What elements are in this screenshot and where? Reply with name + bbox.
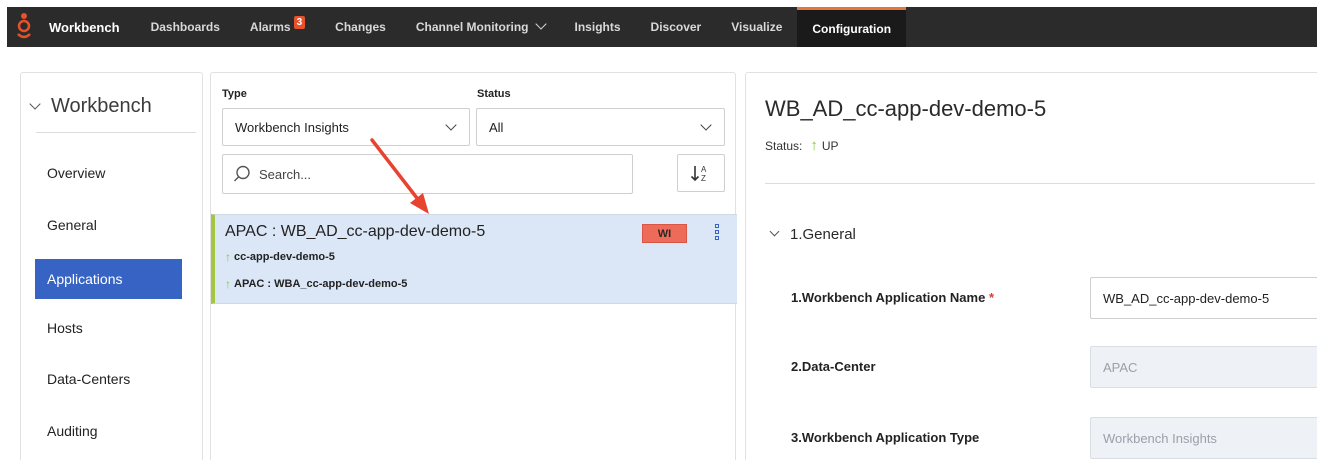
alarm-count-badge: 3 bbox=[293, 15, 306, 29]
chevron-down-icon bbox=[445, 119, 457, 131]
arrow-up-icon: ↑ bbox=[225, 277, 231, 291]
top-navigation-bar: Workbench Dashboards Alarms 3 Changes Cha… bbox=[7, 7, 1317, 47]
nav-label: Dashboards bbox=[150, 20, 220, 34]
app-type-field: Workbench Insights bbox=[1090, 417, 1317, 459]
sidebar-item-data-centers[interactable]: Data-Centers bbox=[35, 359, 182, 399]
application-list-panel: Type Status Workbench Insights All Searc… bbox=[210, 72, 737, 460]
sidebar-item-label: Hosts bbox=[47, 320, 83, 336]
sidebar-item-label: Data-Centers bbox=[47, 371, 131, 387]
nav-label: Visualize bbox=[731, 20, 783, 34]
nav-label: Changes bbox=[335, 20, 386, 34]
chevron-down-icon bbox=[534, 18, 547, 30]
sidebar-title: Workbench bbox=[51, 95, 152, 117]
field-label-data-center: 2.Data-Center bbox=[791, 359, 876, 374]
divider bbox=[36, 132, 196, 133]
status-label: Status: bbox=[765, 138, 803, 153]
nav-label: Configuration bbox=[812, 21, 892, 36]
nav-label: Alarms bbox=[249, 20, 291, 34]
sidebar-item-label: General bbox=[47, 217, 97, 233]
nav-alarms[interactable]: Alarms 3 bbox=[235, 7, 320, 47]
nav-label: Channel Monitoring bbox=[415, 20, 529, 34]
nav-configuration[interactable]: Configuration bbox=[797, 7, 907, 47]
sort-alpha-icon: A Z bbox=[690, 165, 707, 183]
nav-visualize[interactable]: Visualize bbox=[716, 7, 797, 47]
status-select-value: All bbox=[489, 119, 504, 135]
sort-button[interactable]: A Z bbox=[677, 154, 725, 192]
divider bbox=[765, 183, 1315, 184]
field-label-app-name: 1.Workbench Application Name * bbox=[791, 290, 994, 305]
required-marker: * bbox=[988, 290, 995, 305]
sidebar-item-applications[interactable]: Applications bbox=[35, 259, 182, 299]
sidebar-item-general[interactable]: General bbox=[35, 205, 182, 245]
sidebar-header[interactable]: Workbench bbox=[29, 95, 152, 118]
sidebar-item-label: Applications bbox=[47, 271, 123, 287]
brand-name[interactable]: Workbench bbox=[49, 20, 120, 35]
list-item-title: APAC : WB_AD_cc-app-dev-demo-5 bbox=[225, 223, 486, 240]
list-item[interactable]: APAC : WB_AD_cc-app-dev-demo-5 ↑ cc-app-… bbox=[211, 214, 737, 304]
nav-label: Discover bbox=[650, 20, 702, 34]
list-item-subtitle: ↑ APAC : WBA_cc-app-dev-demo-5 bbox=[225, 277, 407, 291]
type-tag-badge: WI bbox=[642, 224, 687, 243]
genesys-logo-icon[interactable] bbox=[9, 7, 39, 47]
search-icon bbox=[234, 165, 250, 182]
svg-text:A: A bbox=[701, 165, 707, 174]
nav-insights[interactable]: Insights bbox=[560, 7, 636, 47]
nav-label: Insights bbox=[574, 20, 621, 34]
sidebar-item-label: Overview bbox=[47, 165, 106, 181]
arrow-up-icon: ↑ bbox=[810, 137, 818, 154]
application-detail-panel: WB_AD_cc-app-dev-demo-5 Status: ↑ UP 1.G… bbox=[745, 72, 1317, 460]
sidebar-item-hosts[interactable]: Hosts bbox=[35, 308, 182, 348]
sidebar-item-auditing[interactable]: Auditing bbox=[35, 411, 182, 451]
field-label-text: 1.Workbench Application Name bbox=[791, 290, 986, 305]
annotation-arrow bbox=[370, 138, 429, 214]
field-label-app-type: 3.Workbench Application Type bbox=[791, 430, 980, 445]
svg-text:Z: Z bbox=[701, 174, 706, 183]
type-select-value: Workbench Insights bbox=[235, 119, 349, 135]
page-title: WB_AD_cc-app-dev-demo-5 bbox=[765, 96, 1047, 121]
subtitle-text: APAC : WBA_cc-app-dev-demo-5 bbox=[234, 278, 408, 290]
nav-discover[interactable]: Discover bbox=[636, 7, 717, 47]
status-select[interactable]: All bbox=[476, 108, 725, 146]
main-nav: Dashboards Alarms 3 Changes Channel Monit… bbox=[136, 7, 907, 47]
subtitle-text: cc-app-dev-demo-5 bbox=[234, 251, 335, 263]
chevron-down-icon bbox=[700, 119, 712, 131]
type-filter-label: Type bbox=[222, 88, 247, 100]
section-general-toggle[interactable]: 1.General bbox=[769, 226, 856, 243]
status-filter-label: Status bbox=[477, 88, 511, 100]
list-item-subtitle: ↑ cc-app-dev-demo-5 bbox=[225, 250, 335, 264]
more-options-icon[interactable] bbox=[715, 224, 721, 244]
status-value: UP bbox=[821, 138, 839, 153]
app-name-field[interactable]: WB_AD_cc-app-dev-demo-5 bbox=[1090, 277, 1317, 319]
left-sidebar: Workbench Overview General Applications … bbox=[20, 72, 203, 460]
search-placeholder: Search... bbox=[259, 166, 312, 182]
sidebar-item-overview[interactable]: Overview bbox=[35, 153, 182, 193]
chevron-down-icon bbox=[769, 226, 780, 237]
data-center-field: APAC bbox=[1090, 346, 1317, 388]
nav-channel-monitoring[interactable]: Channel Monitoring bbox=[401, 7, 560, 47]
chevron-down-icon bbox=[29, 97, 41, 110]
arrow-up-icon: ↑ bbox=[225, 250, 231, 264]
section-title: 1.General bbox=[790, 226, 856, 243]
nav-dashboards[interactable]: Dashboards bbox=[136, 7, 235, 47]
sidebar-item-label: Auditing bbox=[47, 423, 98, 439]
status-line: Status: ↑ UP bbox=[765, 137, 839, 154]
nav-changes[interactable]: Changes bbox=[320, 7, 401, 47]
